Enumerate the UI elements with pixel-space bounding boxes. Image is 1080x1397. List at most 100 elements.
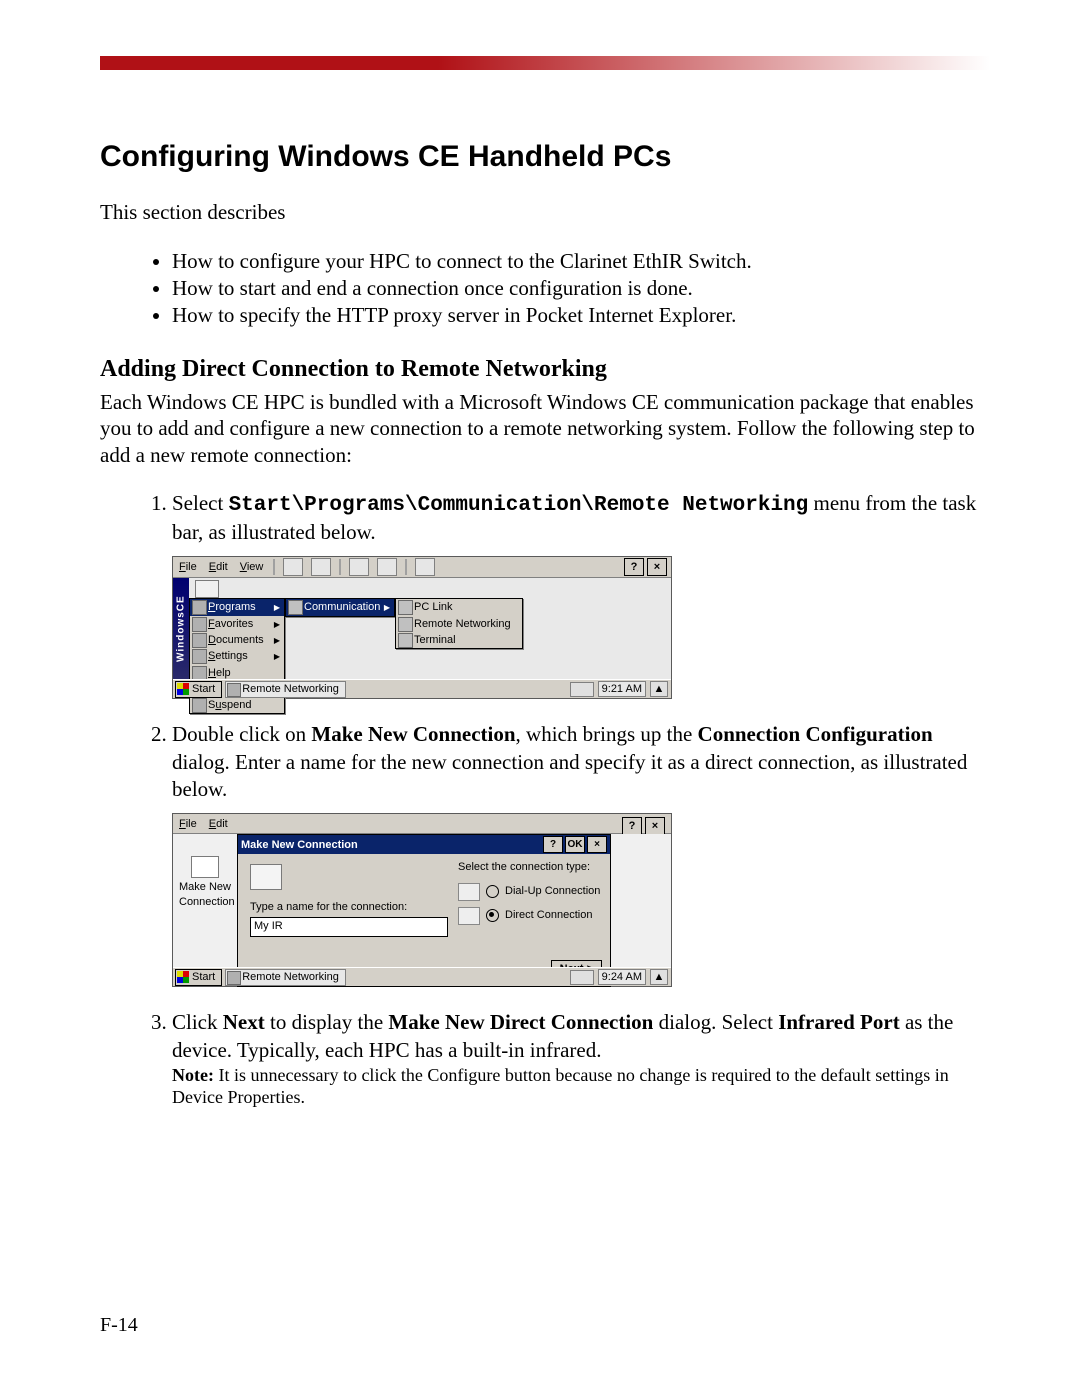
icon-label: Make New Connection	[179, 880, 231, 909]
toolbar-icon[interactable]	[415, 558, 435, 576]
taskbar: Start Remote Networking 9:21 AM ▲	[173, 679, 671, 698]
help-button[interactable]: ?	[622, 817, 642, 835]
start-menu-suspend[interactable]: Suspend	[190, 697, 284, 713]
taskbar-app[interactable]: Remote Networking	[225, 681, 346, 698]
tray-expand-icon[interactable]: ▲	[650, 681, 668, 697]
submenu-arrow-icon	[384, 600, 390, 614]
make-new-connection-icon[interactable]: Make New Connection	[179, 856, 231, 909]
step-item: Click Next to display the Make New Direc…	[172, 1009, 990, 1109]
help-button[interactable]: ?	[624, 558, 644, 576]
terminal-icon	[398, 633, 413, 648]
page-title: Configuring Windows CE Handheld PCs	[100, 140, 990, 174]
connection-type-group: Select the connection type: Dial-Up Conn…	[458, 860, 608, 930]
radio-selected[interactable]	[486, 909, 499, 922]
close-button[interactable]: ×	[645, 817, 665, 835]
toolbar-divider	[405, 559, 407, 575]
step1-path: Start\Programs\Communication\Remote Netw…	[229, 494, 809, 517]
steps-list: Select Start\Programs\Communication\Remo…	[100, 490, 990, 1109]
start-menu-favorites[interactable]: Favorites	[190, 616, 284, 632]
toolbar-icon[interactable]	[283, 558, 303, 576]
dialog-titlebar: Make New Connection ? OK ×	[238, 835, 610, 854]
document-page: Configuring Windows CE Handheld PCs This…	[0, 0, 1080, 1397]
step2-a: Double click on	[172, 722, 311, 746]
connection-icon	[191, 856, 219, 878]
submenu-remote-networking[interactable]: Remote Networking	[396, 616, 522, 632]
submenu-arrow-icon	[274, 633, 280, 647]
dialog-help-button[interactable]: ?	[543, 836, 563, 853]
submenu-arrow-icon	[274, 617, 280, 631]
submenu-terminal[interactable]: Terminal	[396, 632, 522, 648]
connection-name-input[interactable]: My IR	[250, 917, 448, 937]
desktop-icon[interactable]	[195, 580, 219, 598]
toolbar-icon[interactable]	[311, 558, 331, 576]
step3-a: Click	[172, 1010, 223, 1034]
dialog-title-text: Make New Connection	[241, 838, 358, 852]
step1-prefix: Select	[172, 491, 229, 515]
suspend-icon	[192, 698, 207, 713]
intro-bullets: How to configure your HPC to connect to …	[100, 249, 990, 328]
close-button[interactable]: ×	[647, 558, 667, 576]
start-button[interactable]: Start	[175, 681, 222, 698]
direct-icon	[458, 907, 480, 925]
bullet-item: How to start and end a connection once c…	[172, 276, 990, 301]
start-banner: WindowsCE	[173, 578, 189, 680]
connection-large-icon	[250, 864, 282, 890]
menu-edit[interactable]: Edit	[207, 560, 230, 574]
dialup-option[interactable]: Dial-Up Connection	[458, 883, 608, 901]
note-label: Note:	[172, 1065, 214, 1085]
start-button[interactable]: Start	[175, 969, 222, 986]
start-menu-documents[interactable]: Documents	[190, 632, 284, 648]
doc-icon	[192, 633, 207, 648]
start-menu-programs[interactable]: Programs	[190, 599, 284, 615]
toolbar-divider	[339, 559, 341, 575]
step3-f: Infrared Port	[778, 1010, 900, 1034]
toolbar-icon[interactable]	[377, 558, 397, 576]
wince-screenshot-1: FFileile Edit View ? ×	[172, 556, 672, 699]
dialup-icon	[458, 883, 480, 901]
submenu-pclink[interactable]: PC Link	[396, 599, 522, 615]
menubar: File Edit ? ×	[173, 814, 671, 834]
folder-icon	[192, 600, 207, 615]
windows-logo-icon	[177, 683, 189, 695]
start-menu-settings[interactable]: Settings	[190, 648, 284, 664]
tray-icon[interactable]	[570, 970, 594, 985]
menu-file[interactable]: File	[177, 817, 199, 831]
step-item: Select Start\Programs\Communication\Remo…	[172, 490, 990, 700]
tray-expand-icon[interactable]: ▲	[650, 969, 668, 985]
select-type-label: Select the connection type:	[458, 860, 608, 874]
step2-e: dialog. Enter a name for the new connect…	[172, 750, 967, 801]
toolbar-icon[interactable]	[349, 558, 369, 576]
star-icon	[192, 617, 207, 632]
dialog-close-button[interactable]: ×	[587, 836, 607, 853]
step-item: Double click on Make New Connection , whi…	[172, 721, 990, 987]
dialog-ok-button[interactable]: OK	[565, 836, 585, 853]
taskbar-clock: 9:24 AM	[598, 969, 646, 985]
menubar: FFileile Edit View ? ×	[173, 557, 671, 578]
gear-icon	[192, 649, 207, 664]
help-icon	[192, 666, 207, 681]
tray-icon[interactable]	[570, 682, 594, 697]
submenu-communication[interactable]: Communication	[286, 599, 394, 615]
input-value: My IR	[254, 919, 283, 933]
wince-screenshot-2: File Edit ? × Make New Connection	[172, 813, 672, 987]
section-paragraph: Each Windows CE HPC is bundled with a Mi…	[100, 389, 990, 468]
menu-file[interactable]: FFileile	[177, 560, 199, 574]
step3-d: Make New Direct Connection	[388, 1010, 653, 1034]
taskbar: Start Remote Networking 9:24 AM ▲	[173, 967, 671, 986]
menu-edit[interactable]: Edit	[207, 817, 230, 831]
section-heading: Adding Direct Connection to Remote Netwo…	[100, 356, 990, 383]
screenshot-body: WindowsCE Programs Favorites Documents S…	[173, 578, 671, 698]
app-icon	[227, 683, 241, 697]
bullet-item: How to configure your HPC to connect to …	[172, 249, 990, 274]
direct-option[interactable]: Direct Connection	[458, 907, 608, 925]
step3-b: Next	[223, 1010, 265, 1034]
app-icon	[227, 971, 241, 985]
step3-e: dialog. Select	[653, 1010, 778, 1034]
taskbar-app[interactable]: Remote Networking	[225, 969, 346, 986]
menu-view[interactable]: View	[238, 560, 266, 574]
direct-label: Direct Connection	[505, 908, 592, 922]
network-icon	[398, 617, 413, 632]
radio-unselected[interactable]	[486, 885, 499, 898]
windows-logo-icon	[177, 971, 189, 983]
step2-c: , which brings up the	[516, 722, 698, 746]
